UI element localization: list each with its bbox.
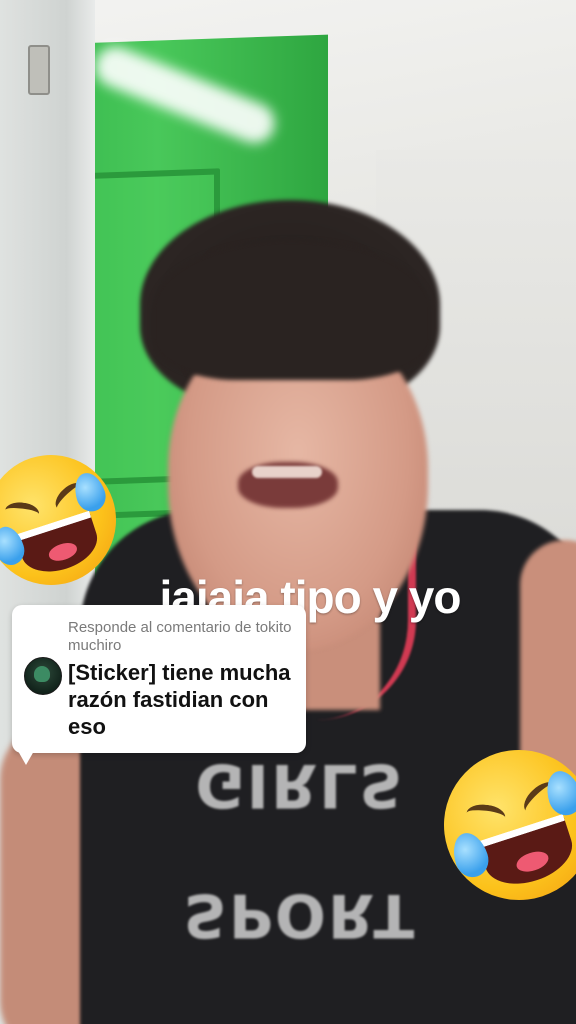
reply-header: Responde al comentario de tokito muchiro xyxy=(68,619,292,654)
emoji-eye xyxy=(465,802,507,829)
reply-comment-text: [Sticker] tiene mucha razón fastidian co… xyxy=(68,660,291,739)
door-hinge xyxy=(28,45,50,95)
reply-comment-sticker[interactable]: Responde al comentario de tokito muchiro… xyxy=(12,605,306,765)
teeth xyxy=(252,466,322,478)
tear-icon xyxy=(541,766,576,820)
hair-fringe xyxy=(152,240,432,380)
profile-avatar-icon[interactable] xyxy=(24,657,62,695)
emoji-eye xyxy=(4,500,41,524)
shirt-print: SPORT GIRLS xyxy=(183,750,417,950)
